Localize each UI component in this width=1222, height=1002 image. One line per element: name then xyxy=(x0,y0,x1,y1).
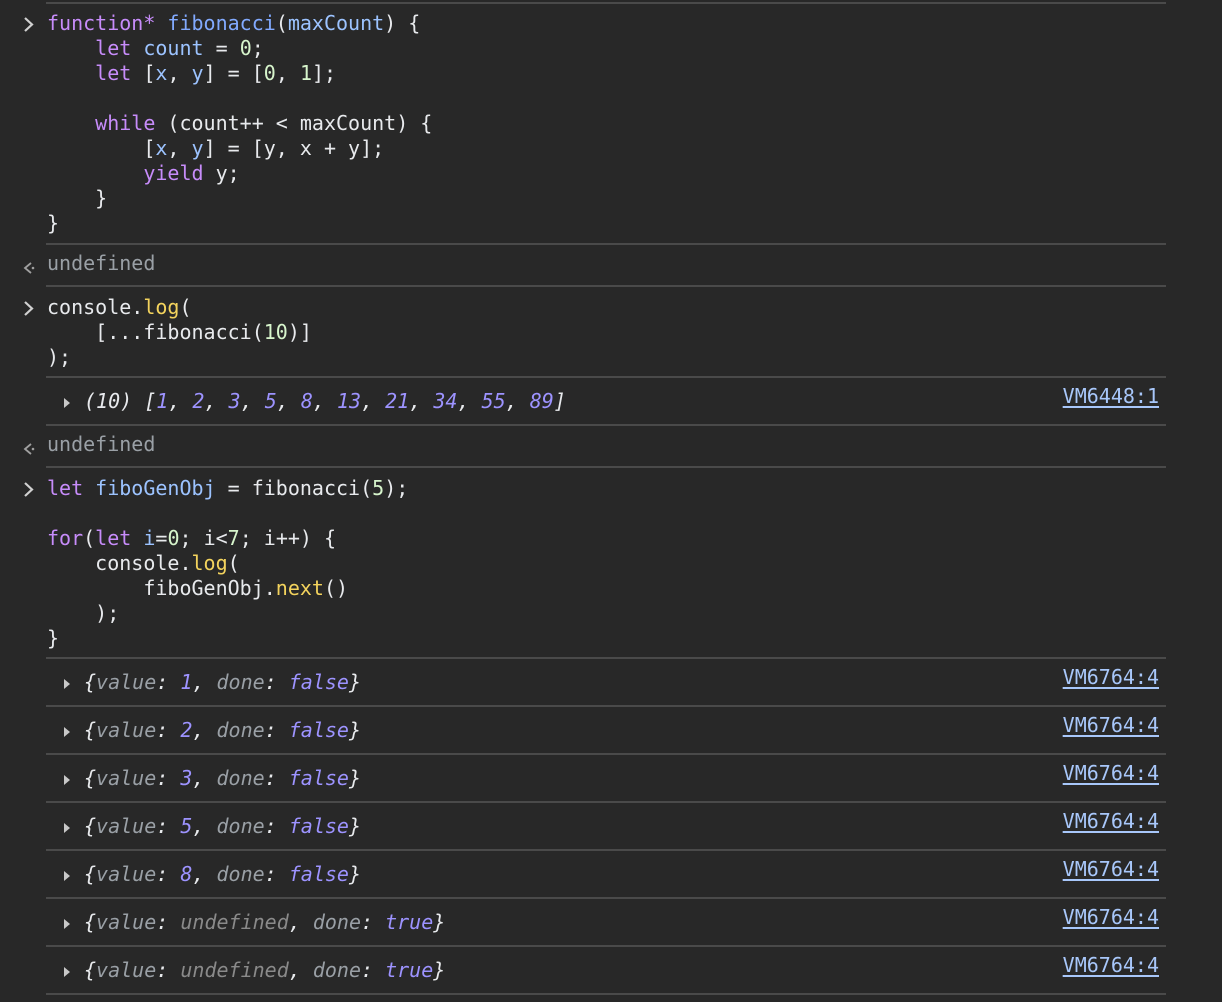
code-line: console.log( xyxy=(47,295,192,319)
input-prompt-icon xyxy=(20,477,38,502)
return-value-icon xyxy=(20,254,38,279)
code-line: } xyxy=(47,211,60,235)
divider xyxy=(46,897,1166,899)
divider xyxy=(46,705,1166,707)
input-prompt-icon xyxy=(20,296,38,321)
divider xyxy=(46,424,1166,426)
expand-triangle-icon[interactable] xyxy=(61,820,73,836)
expand-triangle-icon[interactable] xyxy=(61,916,73,932)
source-link[interactable]: VM6764:4 xyxy=(1063,761,1159,786)
divider xyxy=(46,466,1166,468)
input-prompt-icon xyxy=(20,12,38,37)
source-link[interactable]: VM6764:4 xyxy=(1063,905,1159,930)
devtools-console: function* fibonacci(maxCount) { let coun… xyxy=(0,0,1222,1002)
divider xyxy=(46,753,1166,755)
code-line: [x, y] = [y, x + y]; xyxy=(143,136,385,160)
code-line: fiboGenObj.next() xyxy=(143,576,349,600)
divider xyxy=(46,801,1166,803)
source-link[interactable]: VM6764:4 xyxy=(1063,713,1159,738)
code-line: yield y; xyxy=(143,161,240,185)
log-object-preview[interactable]: {value: 3, done: false} xyxy=(84,766,361,791)
source-link[interactable]: VM6764:4 xyxy=(1063,857,1159,882)
source-link[interactable]: VM6448:1 xyxy=(1063,384,1159,409)
expand-triangle-icon[interactable] xyxy=(61,724,73,740)
log-object-preview[interactable]: {value: undefined, done: true} xyxy=(84,910,445,935)
code-line: } xyxy=(47,626,60,650)
log-array-preview[interactable]: (10) [1, 2, 3, 5, 8, 13, 21, 34, 55, 89] xyxy=(84,389,566,414)
code-line: } xyxy=(95,186,108,210)
return-value: undefined xyxy=(47,251,156,275)
code-line: function* fibonacci(maxCount) { xyxy=(47,11,421,35)
return-value: undefined xyxy=(47,432,156,456)
code-line: ); xyxy=(47,345,72,369)
source-link[interactable]: VM6764:4 xyxy=(1063,809,1159,834)
code-line: let [x, y] = [0, 1]; xyxy=(95,61,337,85)
code-line: [...fibonacci(10)] xyxy=(95,320,312,344)
divider xyxy=(46,285,1166,287)
code-line: let count = 0; xyxy=(95,36,264,60)
code-line: for(let i=0; i<7; i++) { xyxy=(47,526,337,550)
log-object-preview[interactable]: {value: undefined, done: true} xyxy=(84,958,445,983)
code-line: let fiboGenObj = fibonacci(5); xyxy=(47,476,409,500)
source-link[interactable]: VM6764:4 xyxy=(1063,665,1159,690)
log-object-preview[interactable]: {value: 1, done: false} xyxy=(84,670,361,695)
code-line: ); xyxy=(95,601,120,625)
expand-triangle-icon[interactable] xyxy=(61,964,73,980)
expand-triangle-icon[interactable] xyxy=(61,772,73,788)
divider xyxy=(46,243,1166,245)
divider xyxy=(46,657,1166,659)
expand-triangle-icon[interactable] xyxy=(61,395,73,411)
code-line: while (count++ < maxCount) { xyxy=(95,111,433,135)
divider xyxy=(46,993,1166,995)
divider xyxy=(46,945,1166,947)
expand-triangle-icon[interactable] xyxy=(61,676,73,692)
log-object-preview[interactable]: {value: 2, done: false} xyxy=(84,718,361,743)
log-object-preview[interactable]: {value: 8, done: false} xyxy=(84,862,361,887)
divider xyxy=(46,376,1166,378)
code-line: console.log( xyxy=(95,551,240,575)
source-link[interactable]: VM6764:4 xyxy=(1063,953,1159,978)
expand-triangle-icon[interactable] xyxy=(61,868,73,884)
return-value-icon xyxy=(20,435,38,460)
divider xyxy=(46,2,1166,4)
log-object-preview[interactable]: {value: 5, done: false} xyxy=(84,814,361,839)
divider xyxy=(46,849,1166,851)
